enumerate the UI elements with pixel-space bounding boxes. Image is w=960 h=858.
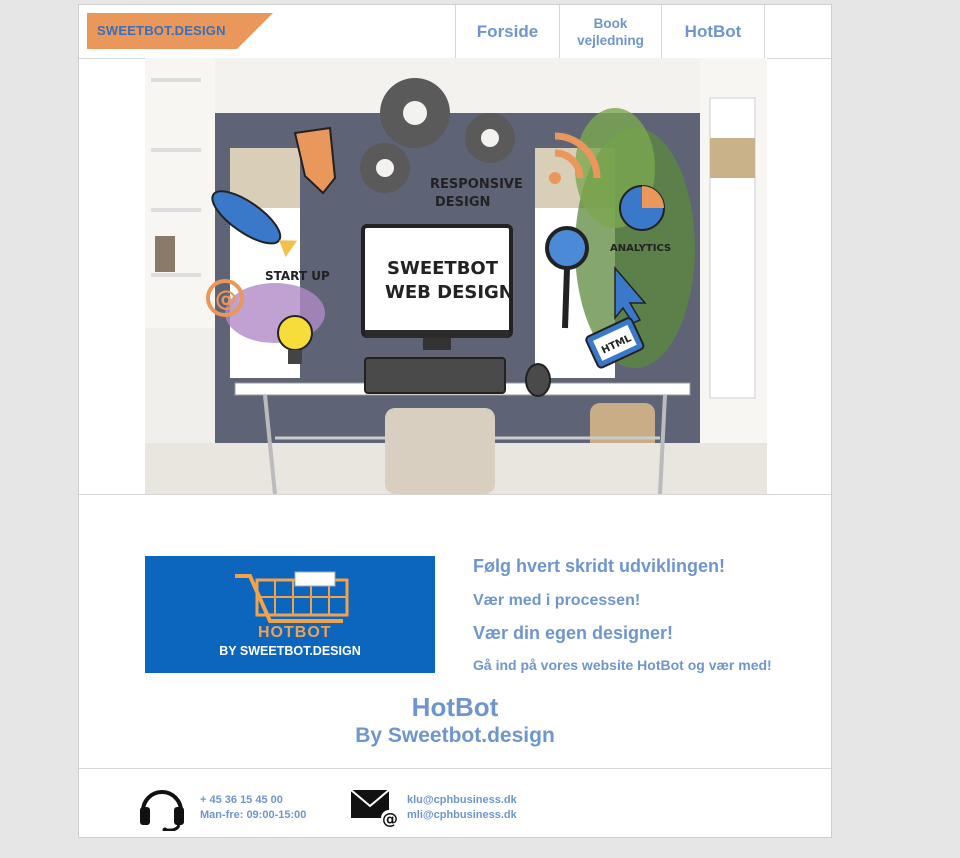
headset-icon xyxy=(140,790,184,831)
hero-label-responsive: RESPONSIVE xyxy=(430,177,523,192)
nav-book-label-line1: Book xyxy=(593,15,628,31)
hotbot-subtitle: By Sweetbot.design xyxy=(355,724,555,747)
promo-line-1: Følg hvert skridt udviklingen! xyxy=(473,556,726,576)
phone-number[interactable]: + 45 36 15 45 00 xyxy=(200,794,283,806)
promo-line-4: Gå ind på vores website HotBot og vær me… xyxy=(473,657,772,673)
banner-subtitle: BY SWEETBOT.DESIGN xyxy=(219,644,361,658)
hero-screen-line1: SWEETBOT xyxy=(387,258,499,279)
email-contact: klu@cphbusiness.dk mli@cphbusiness.dk xyxy=(407,793,517,823)
nav-book-label: Book vejledning xyxy=(577,15,644,49)
hero-divider xyxy=(79,494,831,495)
email-link-1[interactable]: klu@cphbusiness.dk xyxy=(407,794,517,806)
phone-contact: + 45 36 15 45 00 Man-fre: 09:00-15:00 xyxy=(200,793,306,823)
email-icon: @ xyxy=(350,789,398,828)
promo-line-3: Vær din egen designer! xyxy=(473,623,674,643)
nav-book-vejledning[interactable]: Book vejledning xyxy=(559,5,661,58)
hotbot-title: HotBot xyxy=(411,692,499,722)
promo-line-2: Vær med i processen! xyxy=(473,592,641,609)
hotbot-banner[interactable]: HOTBOT BY SWEETBOT.DESIGN xyxy=(145,556,435,673)
svg-text:@: @ xyxy=(215,287,237,312)
hero-image: RESPONSIVE DESIGN START UP @ SWEETBOT WE… xyxy=(145,58,767,494)
banner-title: HOTBOT xyxy=(258,624,332,641)
main-nav: Forside Book vejledning HotBot xyxy=(455,5,765,58)
nav-book-label-line2: vejledning xyxy=(577,32,644,48)
hero-screen-line2: WEB DESIGN xyxy=(385,282,514,303)
opening-hours: Man-fre: 09:00-15:00 xyxy=(200,809,307,821)
page: SWEETBOT.DESIGN Forside Book vejledning … xyxy=(78,4,832,838)
hero-label-analytics: ANALYTICS xyxy=(610,243,671,254)
nav-hotbot[interactable]: HotBot xyxy=(661,5,765,58)
svg-text:@: @ xyxy=(382,809,398,828)
email-link-2[interactable]: mli@cphbusiness.dk xyxy=(407,809,517,821)
logo-text: SWEETBOT.DESIGN xyxy=(97,23,226,38)
logo[interactable]: SWEETBOT.DESIGN xyxy=(87,13,273,49)
hero-label-startup: START UP xyxy=(265,269,330,283)
hero-label-design: DESIGN xyxy=(435,195,490,210)
nav-forside-label: Forside xyxy=(476,21,539,41)
nav-hotbot-label: HotBot xyxy=(684,21,742,41)
nav-forside[interactable]: Forside xyxy=(455,5,559,58)
hero-illustration: RESPONSIVE DESIGN START UP @ SWEETBOT WE… xyxy=(145,58,767,494)
header: SWEETBOT.DESIGN Forside Book vejledning … xyxy=(79,5,831,59)
footer-divider xyxy=(79,768,831,769)
